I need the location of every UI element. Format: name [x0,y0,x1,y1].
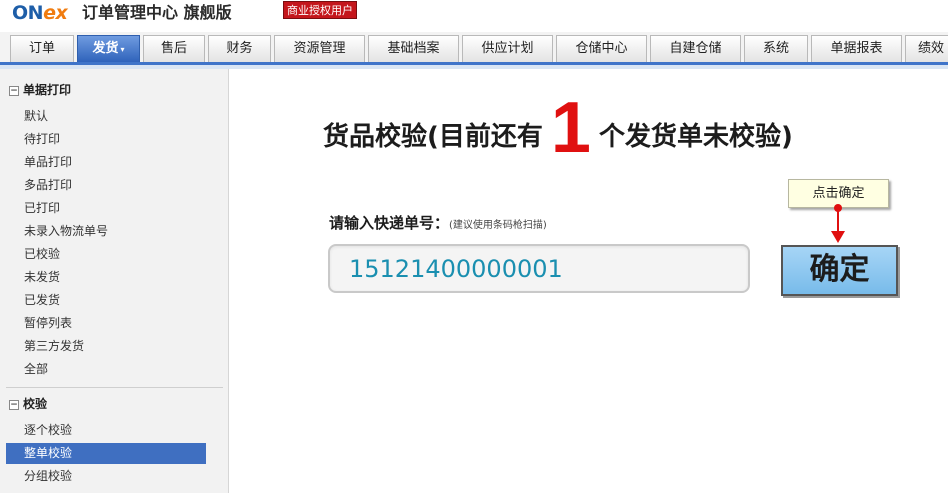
sidebar-item-group-verify[interactable]: 分组校验 [6,466,206,487]
main-nav: 订单 发货 ▾ 售后 财务 资源管理 基础档案 供应计划 仓储中心 自建仓储 系统… [0,32,948,65]
page-title: 货品校验(目前还有 1 个发货单未校验) [323,88,793,168]
tracking-label: 请输入快递单号：(建议使用条码枪扫描) [329,214,547,232]
sidebar-item-printed[interactable]: 已打印 [6,198,206,219]
sidebar-item-unshipped[interactable]: 未发货 [6,267,206,288]
tracking-input-box [328,244,750,293]
section-verify-header[interactable]: − 校验 [9,395,47,413]
sidebar-item-pending-print[interactable]: 待打印 [6,129,206,150]
tab-shipping[interactable]: 发货 ▾ [77,35,140,62]
tracking-hint: (建议使用条码枪扫描) [449,220,547,231]
onex-logo: ONex [12,2,68,24]
main-panel: 货品校验(目前还有 1 个发货单未校验) 点击确定 请输入快递单号：(建议使用条码枪… [230,69,948,493]
sidebar-item-whole-verify[interactable]: 整单校验 [6,443,206,464]
tracking-number-input[interactable] [330,246,748,291]
tab-aftersales[interactable]: 售后 [143,35,205,62]
arrow-down-icon [831,231,845,243]
sidebar-item-third-party[interactable]: 第三方发货 [6,336,206,357]
app-title: 订单管理中心 旗舰版 [82,3,232,22]
tab-self-warehouse[interactable]: 自建仓储 [650,35,741,62]
pending-count: 1 [550,88,591,168]
sidebar-divider [6,387,223,388]
sidebar-item-shipped[interactable]: 已发货 [6,290,206,311]
chevron-down-icon: ▾ [120,45,125,54]
sidebar-item-no-tracking[interactable]: 未录入物流单号 [6,221,206,242]
collapse-icon[interactable]: − [9,85,19,96]
tab-resources[interactable]: 资源管理 [274,35,365,62]
confirm-button[interactable]: 确定 [781,245,898,296]
sidebar-item-default[interactable]: 默认 [6,106,206,127]
sidebar-item-single-print[interactable]: 单品打印 [6,152,206,173]
pointer-line [837,209,839,233]
tab-supply-plan[interactable]: 供应计划 [462,35,553,62]
license-badge: 商业授权用户 [283,1,357,19]
sidebar: − 单据打印 默认 待打印 单品打印 多品打印 已打印 未录入物流单号 已校验 未… [0,69,229,493]
tab-reports[interactable]: 单据报表 [811,35,902,62]
section-print-header[interactable]: − 单据打印 [9,81,71,99]
app-header: ONex 订单管理中心 旗舰版 商业授权用户 [0,0,948,32]
sidebar-item-paused[interactable]: 暂停列表 [6,313,206,334]
sidebar-item-single-verify[interactable]: 逐个校验 [6,420,206,441]
tab-finance[interactable]: 财务 [208,35,271,62]
tab-orders[interactable]: 订单 [10,35,74,62]
collapse-icon[interactable]: − [9,399,19,410]
tab-warehouse-center[interactable]: 仓储中心 [556,35,647,62]
sidebar-item-verified[interactable]: 已校验 [6,244,206,265]
sidebar-item-multi-print[interactable]: 多品打印 [6,175,206,196]
tab-performance[interactable]: 绩效 [905,35,948,62]
tab-system[interactable]: 系统 [744,35,808,62]
tab-base-archives[interactable]: 基础档案 [368,35,459,62]
sidebar-item-all[interactable]: 全部 [6,359,206,380]
